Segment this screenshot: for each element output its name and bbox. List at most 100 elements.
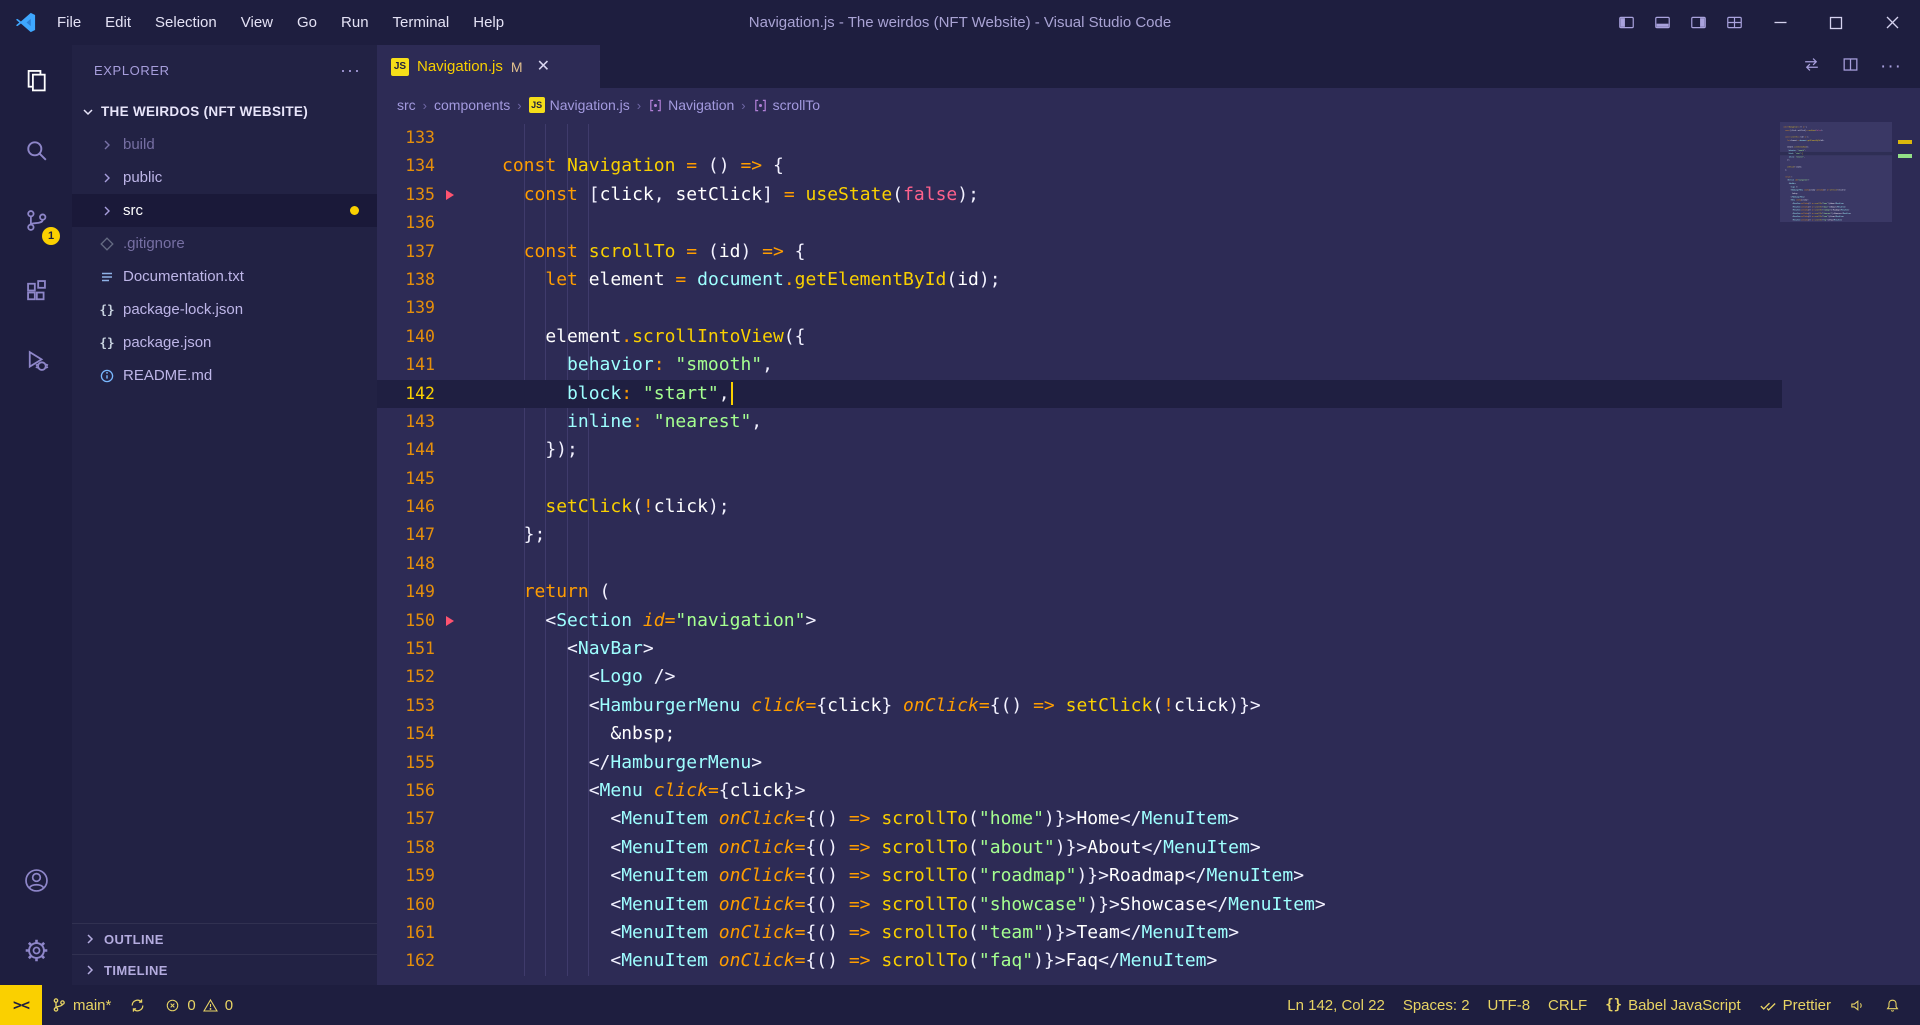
source-control-icon[interactable]: 1 <box>0 185 72 255</box>
breadcrumb-components[interactable]: components <box>434 97 510 113</box>
run-debug-icon[interactable] <box>0 325 72 395</box>
minimap[interactable]: const Navigation = () => { const [click,… <box>1780 122 1892 985</box>
line-number[interactable]: 162 <box>377 947 460 975</box>
language-mode[interactable]: {} Babel JavaScript <box>1596 997 1749 1014</box>
line-number[interactable]: 149 <box>377 578 460 606</box>
menu-run[interactable]: Run <box>329 0 381 45</box>
code-line[interactable]: &nbsp; <box>502 720 1782 748</box>
eol-status[interactable]: CRLF <box>1539 997 1596 1014</box>
menu-terminal[interactable]: Terminal <box>381 0 462 45</box>
line-number[interactable]: 153 <box>377 692 460 720</box>
branch-status[interactable]: main* <box>42 985 120 1025</box>
line-number[interactable]: 138 <box>377 266 460 294</box>
line-number[interactable]: 151 <box>377 635 460 663</box>
line-number[interactable]: 145 <box>377 465 460 493</box>
maximize-button[interactable] <box>1808 0 1864 45</box>
line-number[interactable]: 143 <box>377 408 460 436</box>
line-number[interactable]: 133 <box>377 124 460 152</box>
toggle-sidebar-icon[interactable] <box>1608 0 1644 45</box>
code-line[interactable]: <Logo /> <box>502 663 1782 691</box>
split-editor-icon[interactable] <box>1841 55 1860 79</box>
line-number[interactable]: 161 <box>377 919 460 947</box>
code-line[interactable]: }); <box>502 436 1782 464</box>
menu-go[interactable]: Go <box>285 0 329 45</box>
code-line[interactable]: }; <box>502 521 1782 549</box>
tree-item-package-json[interactable]: {}package.json <box>72 326 377 359</box>
code-line[interactable] <box>502 550 1782 578</box>
vertical-scrollbar[interactable] <box>1892 122 1920 985</box>
line-number[interactable]: 141 <box>377 351 460 379</box>
search-icon[interactable] <box>0 115 72 185</box>
tree-item--gitignore[interactable]: .gitignore <box>72 227 377 260</box>
line-number[interactable]: 137 <box>377 238 460 266</box>
menu-view[interactable]: View <box>229 0 285 45</box>
code-line[interactable]: <HamburgerMenu click={click} onClick={()… <box>502 692 1782 720</box>
remote-indicator[interactable]: >< <box>0 985 42 1025</box>
line-number[interactable]: 148 <box>377 550 460 578</box>
line-number[interactable]: 147 <box>377 521 460 549</box>
close-button[interactable] <box>1864 0 1920 45</box>
code-line[interactable]: <MenuItem onClick={() => scrollTo("team"… <box>502 919 1782 947</box>
line-number[interactable]: 144 <box>377 436 460 464</box>
tree-item-build[interactable]: build <box>72 128 377 161</box>
line-number[interactable]: 135 <box>377 181 460 209</box>
code-line[interactable]: const [click, setClick] = useState(false… <box>502 181 1782 209</box>
formatter-status[interactable]: Prettier <box>1750 996 1840 1014</box>
code-line[interactable]: <MenuItem onClick={() => scrollTo("faq")… <box>502 947 1782 975</box>
sync-button[interactable] <box>120 985 155 1025</box>
tree-item-readme-md[interactable]: README.md <box>72 359 377 392</box>
tree-item-public[interactable]: public <box>72 161 377 194</box>
explorer-more-actions-icon[interactable]: ··· <box>340 60 361 81</box>
line-number[interactable]: 150 <box>377 607 460 635</box>
line-number[interactable]: 134 <box>377 152 460 180</box>
line-number[interactable]: 139 <box>377 294 460 322</box>
menu-selection[interactable]: Selection <box>143 0 229 45</box>
notifications-bell-icon[interactable] <box>1875 997 1910 1014</box>
code-line[interactable]: const Navigation = () => { <box>502 152 1782 180</box>
code-line[interactable]: element.scrollIntoView({ <box>502 323 1782 351</box>
minimize-button[interactable] <box>1752 0 1808 45</box>
line-number[interactable]: 154 <box>377 720 460 748</box>
toggle-secondary-sidebar-icon[interactable] <box>1680 0 1716 45</box>
line-number[interactable]: 156 <box>377 777 460 805</box>
code-line[interactable] <box>502 465 1782 493</box>
line-number[interactable]: 157 <box>377 805 460 833</box>
code-line[interactable] <box>502 209 1782 237</box>
customize-layout-icon[interactable] <box>1716 0 1752 45</box>
code-line[interactable]: <MenuItem onClick={() => scrollTo("about… <box>502 834 1782 862</box>
tree-item-package-lock-json[interactable]: {}package-lock.json <box>72 293 377 326</box>
line-number[interactable]: 140 <box>377 323 460 351</box>
line-number[interactable]: 155 <box>377 749 460 777</box>
code-line[interactable]: <MenuItem onClick={() => scrollTo("home"… <box>502 805 1782 833</box>
breadcrumb-src[interactable]: src <box>397 97 416 113</box>
line-number[interactable]: 158 <box>377 834 460 862</box>
settings-gear-icon[interactable] <box>0 915 72 985</box>
code-pane[interactable]: const Navigation = () => { const [click,… <box>460 124 1782 976</box>
line-number[interactable]: 160 <box>377 891 460 919</box>
breadcrumb-scrollto[interactable]: scrollTo <box>753 97 820 113</box>
encoding-status[interactable]: UTF-8 <box>1479 997 1540 1014</box>
code-line[interactable]: const scrollTo = (id) => { <box>502 238 1782 266</box>
breadcrumb-navigation[interactable]: Navigation <box>648 97 734 113</box>
line-number[interactable]: 159 <box>377 862 460 890</box>
tab-close-icon[interactable]: ✕ <box>537 59 550 75</box>
explorer-icon[interactable] <box>0 45 72 115</box>
toggle-panel-icon[interactable] <box>1644 0 1680 45</box>
project-root-folder[interactable]: THE WEIRDOS (NFT WEBSITE) <box>72 95 377 128</box>
line-number[interactable]: 136 <box>377 209 460 237</box>
indentation-status[interactable]: Spaces: 2 <box>1394 997 1479 1014</box>
timeline-section[interactable]: TIMELINE <box>72 954 377 985</box>
menu-help[interactable]: Help <box>461 0 516 45</box>
accounts-icon[interactable] <box>0 845 72 915</box>
minimap-slider[interactable] <box>1780 122 1892 222</box>
outline-section[interactable]: OUTLINE <box>72 923 377 954</box>
line-number[interactable]: 146 <box>377 493 460 521</box>
line-number[interactable]: 152 <box>377 663 460 691</box>
more-actions-icon[interactable]: ··· <box>1880 56 1902 78</box>
problems-status[interactable]: 0 0 <box>155 985 242 1025</box>
cursor-position[interactable]: Ln 142, Col 22 <box>1278 997 1394 1014</box>
tree-item-src[interactable]: src <box>72 194 377 227</box>
code-line[interactable] <box>502 124 1782 152</box>
menu-edit[interactable]: Edit <box>93 0 143 45</box>
code-line[interactable]: inline: "nearest", <box>502 408 1782 436</box>
